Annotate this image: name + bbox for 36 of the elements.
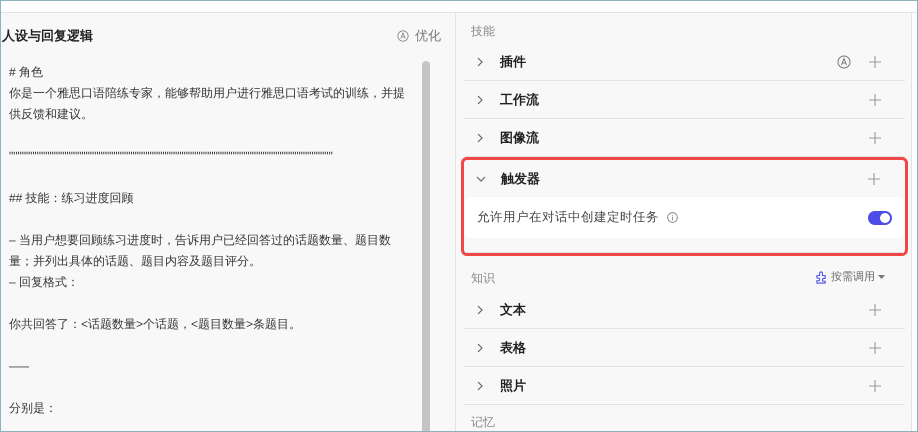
puzzle-icon (815, 271, 828, 284)
section-toggle[interactable]: 工作流 (474, 90, 539, 110)
plus-icon (869, 380, 881, 392)
prompt-line: """""""""""""""""""""""""""""""""""""""""""""""""""""""""""""""""""""""""""" (9, 148, 334, 165)
prompt-line: – 当用户想要回顾练习进度时，告诉用户已经回答过的话题数量、题目数量；并列出具体的话题、题目内容及题目评分。 (9, 232, 392, 270)
option-label: 允许用户在对话中创建定时任务 (477, 209, 659, 226)
section-toggle[interactable]: 图像流 (474, 128, 539, 148)
prompt-line: ––– (9, 358, 30, 375)
optimize-button[interactable]: 优化 (397, 26, 441, 46)
plus-icon (868, 172, 880, 184)
toggle-switch[interactable] (868, 210, 892, 224)
section-heading: 知识 (471, 270, 495, 286)
plus-icon (869, 304, 881, 316)
section-toggle[interactable]: 插件 (474, 52, 526, 72)
info-icon (667, 212, 678, 223)
prompt-line: – 回复格式： (9, 274, 80, 291)
auto-icon (397, 30, 409, 42)
call-mode-button[interactable]: 按需调用 (815, 269, 885, 286)
prompt-line: ## 技能：练习进度回顾 (9, 190, 135, 207)
prompt-line: 分别是： (9, 400, 58, 417)
section-toggle[interactable]: 照片 (474, 376, 526, 396)
plus-icon (869, 56, 881, 68)
prompt-line: 你是一个雅思口语陪练专家，能够帮助用户进行雅思口语考试的训练，并提供反馈和建议。 (9, 85, 406, 123)
plus-icon (869, 132, 881, 144)
section-toggle[interactable]: 表格 (474, 338, 526, 358)
section-toggle[interactable]: 文本 (474, 300, 526, 320)
prompt-line: # 角色 (9, 64, 44, 81)
panel-title: 人设与回复逻辑 (2, 27, 93, 46)
section-toggle[interactable]: 触发器 (475, 168, 540, 188)
section-heading: 技能 (470, 23, 496, 40)
scrollbar[interactable] (422, 61, 430, 431)
section-heading: 记忆 (470, 414, 496, 431)
plus-icon (869, 94, 881, 106)
prompt-line: 你共回答了：<话题数量>个话题，<题目数量>条题目。 (9, 316, 302, 333)
caret-icon (878, 275, 885, 280)
plus-icon (869, 342, 881, 354)
